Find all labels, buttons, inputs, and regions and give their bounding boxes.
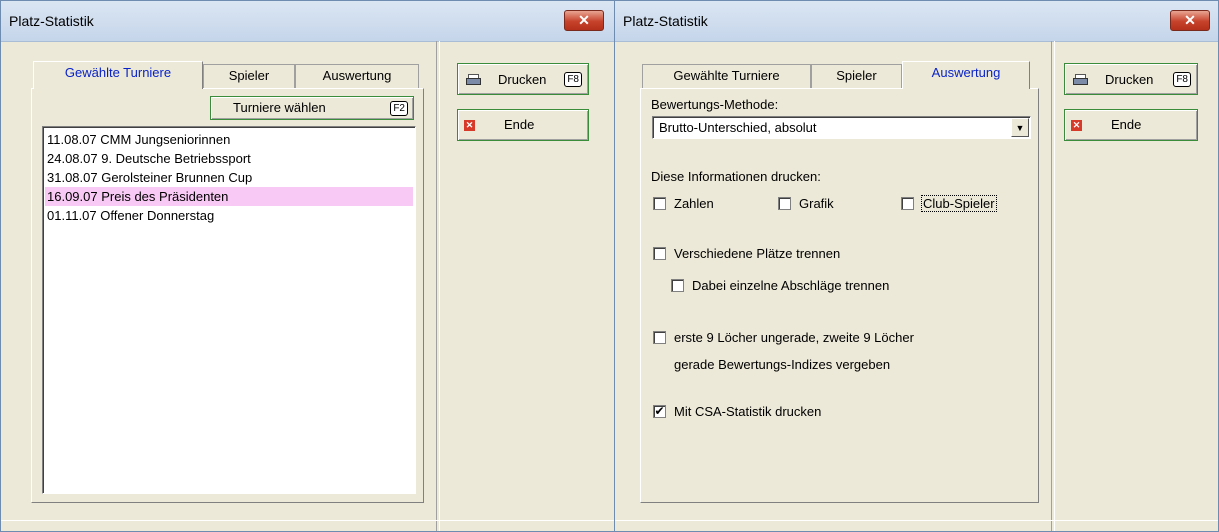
tab-spieler[interactable]: Spieler <box>203 64 295 88</box>
abschlaege-trennen-checkbox[interactable] <box>671 279 684 292</box>
method-select[interactable]: Brutto-Unterschied, absolut ▼ <box>652 116 1031 139</box>
club-spieler-checkbox[interactable] <box>901 197 914 210</box>
f2-key-badge: F2 <box>390 101 408 116</box>
drucken-button[interactable]: Drucken F8 <box>457 63 589 95</box>
plaetze-trennen-label: Verschiedene Plätze trennen <box>674 246 841 261</box>
drucken-label: Drucken <box>1105 72 1154 87</box>
title-bar[interactable]: Platz-Statistik ✕ <box>1 1 614 42</box>
tab-spieler[interactable]: Spieler <box>811 64 902 88</box>
list-item[interactable]: 01.11.07 Offener Donnerstag <box>45 206 413 225</box>
printer-icon <box>1073 74 1088 85</box>
list-item[interactable]: 31.08.07 Gerolsteiner Brunnen Cup <box>45 168 413 187</box>
ende-label: Ende <box>1111 117 1142 132</box>
close-red-icon: ✕ <box>464 120 475 131</box>
tab-gewaehlte-turniere[interactable]: Gewählte Turniere <box>33 61 203 89</box>
turniere-waehlen-label: Turniere wählen <box>233 100 326 115</box>
vertical-divider <box>436 41 440 531</box>
close-red-icon: ✕ <box>1071 120 1082 131</box>
tournament-list[interactable]: 11.08.07 CMM Jungseniorinnen 24.08.07 9.… <box>42 126 416 494</box>
tab-auswertung[interactable]: Auswertung <box>295 64 419 88</box>
plaetze-trennen-checkbox[interactable] <box>653 247 666 260</box>
zahlen-label: Zahlen <box>674 196 714 211</box>
loecher-indizes-label-line1: erste 9 Löcher ungerade, zweite 9 Löcher <box>674 330 914 345</box>
grafik-label: Grafik <box>799 196 834 211</box>
tab-panel: Turniere wählen F2 11.08.07 CMM Jungseni… <box>31 88 424 503</box>
loecher-indizes-checkbox[interactable] <box>653 331 666 344</box>
list-item[interactable]: 11.08.07 CMM Jungseniorinnen <box>45 130 413 149</box>
bottom-edge <box>615 520 1218 531</box>
window-auswertung: Platz-Statistik ✕ Gewählte Turniere Spie… <box>614 0 1219 532</box>
tab-auswertung[interactable]: Auswertung <box>902 61 1030 89</box>
club-spieler-label: Club-Spieler <box>921 195 997 212</box>
close-button[interactable]: ✕ <box>1170 10 1210 31</box>
csa-statistik-checkbox[interactable]: ✔ <box>653 405 666 418</box>
printer-icon <box>466 74 481 85</box>
csa-statistik-label: Mit CSA-Statistik drucken <box>674 404 822 419</box>
chevron-down-icon[interactable]: ▼ <box>1011 118 1029 137</box>
window-title: Platz-Statistik <box>9 13 94 29</box>
f8-key-badge: F8 <box>1173 72 1191 87</box>
loecher-indizes-label-line2: gerade Bewertungs-Indizes vergeben <box>674 357 891 372</box>
turniere-waehlen-button[interactable]: Turniere wählen F2 <box>210 96 414 120</box>
grafik-checkbox[interactable] <box>778 197 791 210</box>
f8-key-badge: F8 <box>564 72 582 87</box>
abschlaege-trennen-label: Dabei einzelne Abschläge trennen <box>692 278 890 293</box>
method-selected-value: Brutto-Unterschied, absolut <box>659 120 817 135</box>
drucken-label: Drucken <box>498 72 547 87</box>
method-label: Bewertungs-Methode: <box>651 97 779 112</box>
tab-gewaehlte-turniere[interactable]: Gewählte Turniere <box>642 64 811 88</box>
print-info-label: Diese Informationen drucken: <box>651 169 821 184</box>
window-title: Platz-Statistik <box>623 13 708 29</box>
ende-button[interactable]: ✕ Ende <box>1064 109 1198 141</box>
window-turniere: Platz-Statistik ✕ Gewählte Turniere Spie… <box>0 0 615 532</box>
vertical-divider <box>1051 41 1055 531</box>
title-bar[interactable]: Platz-Statistik ✕ <box>615 1 1218 42</box>
bottom-edge <box>1 520 614 531</box>
list-item[interactable]: 24.08.07 9. Deutsche Betriebssport <box>45 149 413 168</box>
close-button[interactable]: ✕ <box>564 10 604 31</box>
ende-button[interactable]: ✕ Ende <box>457 109 589 141</box>
ende-label: Ende <box>504 117 535 132</box>
tab-panel: Bewertungs-Methode: Brutto-Unterschied, … <box>640 88 1039 503</box>
zahlen-checkbox[interactable] <box>653 197 666 210</box>
list-item-selected[interactable]: 16.09.07 Preis des Präsidenten <box>45 187 413 206</box>
drucken-button[interactable]: Drucken F8 <box>1064 63 1198 95</box>
